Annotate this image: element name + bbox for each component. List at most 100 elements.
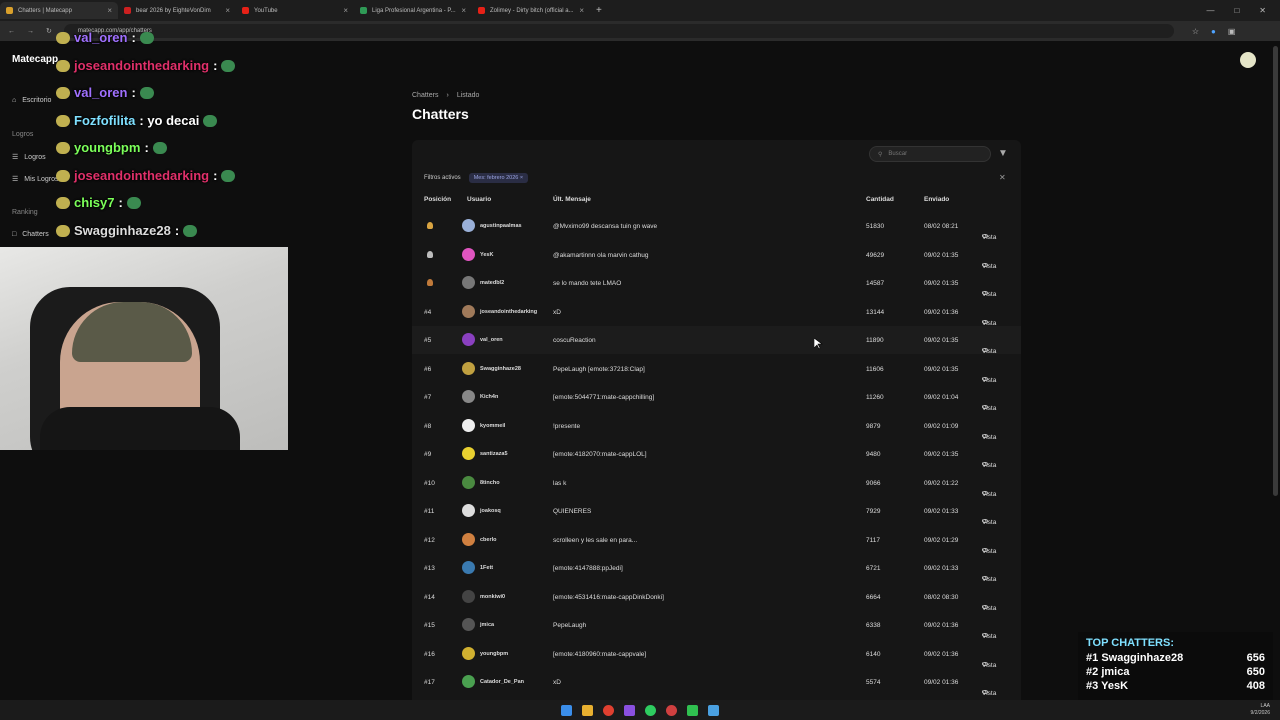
table-row[interactable]: #4 joseandointhedarking xD 13144 09/02 01:36…	[412, 298, 1021, 327]
avatar	[462, 390, 475, 403]
table-row[interactable]: #11 joakosq QUIENERES 7929 09/02 01:33 Vista	[412, 497, 1021, 526]
url-field[interactable]: matecapp.com/app/chatters	[63, 24, 1174, 38]
filter-icon[interactable]: ▼	[998, 148, 1008, 159]
table-row[interactable]: #13 1Fett [emote:4147888:ppJedi] 6721 09/02 …	[412, 554, 1021, 583]
browser-tab[interactable]: Chatters | Matecapp ×	[0, 2, 118, 19]
table-row[interactable]: #16 youngbpm [emote:4180960:mate-cappvale]…	[412, 640, 1021, 669]
avatar	[462, 418, 475, 432]
close-tab-icon[interactable]: ×	[579, 6, 584, 15]
column-header-user[interactable]: Usuario	[467, 196, 491, 203]
clear-filters-icon[interactable]: ✕	[999, 173, 1006, 182]
row-username[interactable]: 1Fett	[480, 565, 493, 571]
row-username[interactable]: Catador_De_Pan	[480, 679, 524, 685]
row-last-message: scrolleen y les sale en para...	[553, 536, 638, 544]
table-row[interactable]: #10 8tincho las k 9066 09/02 01:22 Vista	[412, 469, 1021, 498]
table-row[interactable]: #7 Kich4n [emote:5044771:mate-cappchilling…	[412, 383, 1021, 412]
column-header-sent[interactable]: Enviado	[924, 196, 949, 203]
close-tab-icon[interactable]: ×	[461, 6, 466, 15]
avatar	[462, 333, 475, 346]
search-input[interactable]: ⚲ Buscar	[869, 146, 991, 162]
reload-icon[interactable]: ↻	[46, 27, 52, 35]
row-username[interactable]: joakosq	[480, 508, 501, 514]
browser-tab[interactable]: Zolimey - Dirty bitch (official a... ×	[472, 2, 590, 19]
row-sent-date: 09/02 01:36	[924, 679, 959, 686]
page-scrollbar[interactable]	[1273, 46, 1278, 496]
table-row[interactable]: #9 santizaza5 [emote:4182070:mate-cappLOL]…	[412, 440, 1021, 469]
puzzle-icon[interactable]: ▣	[1228, 27, 1236, 36]
sidebar-item-chatters[interactable]: □ Chatters	[12, 231, 49, 238]
avatar	[462, 675, 475, 688]
row-username[interactable]: santizaza5	[480, 451, 508, 457]
tray-date: 9/2/2026	[1250, 710, 1270, 716]
table-row[interactable]: #12 cberlo scrolleen y les sale en para...…	[412, 526, 1021, 555]
window-controls: — □ ✕	[1206, 6, 1280, 15]
row-username[interactable]: 8tincho	[480, 480, 500, 486]
table-row[interactable]: #15 jmica PepeLaugh 6338 09/02 01:36 Vista	[412, 611, 1021, 640]
row-username[interactable]: youngbpm	[480, 651, 508, 657]
close-window-icon[interactable]: ✕	[1259, 6, 1266, 15]
row-username[interactable]: jmica	[480, 622, 494, 628]
filter-chip-month[interactable]: Mes: febrero 2026 ×	[468, 173, 529, 183]
obs-icon[interactable]	[666, 704, 677, 716]
discord-icon[interactable]	[624, 704, 635, 716]
close-tab-icon[interactable]: ×	[343, 6, 348, 15]
row-username[interactable]: Swagginhaze28	[480, 366, 521, 372]
sidebar-item-logros[interactable]: ☰ Logros	[12, 153, 46, 162]
forward-icon[interactable]: →	[27, 28, 34, 35]
emote-icon	[221, 59, 236, 72]
maximize-icon[interactable]: □	[1234, 6, 1239, 15]
minimize-icon[interactable]: —	[1206, 6, 1214, 15]
extension-icon[interactable]: ●	[1211, 27, 1216, 36]
close-tab-icon[interactable]: ×	[225, 6, 230, 15]
table-row[interactable]: #8 kyommeil !presente 9879 09/02 01:09 Vista	[412, 412, 1021, 441]
row-username[interactable]: monkiwi0	[480, 594, 505, 600]
badge-icon	[56, 114, 70, 127]
spotify-icon[interactable]	[645, 704, 656, 716]
chrome-icon[interactable]	[603, 704, 614, 716]
table-row[interactable]: #17 Catador_De_Pan xD 5574 09/02 01:36 Vista	[412, 668, 1021, 697]
sidebar-section-ranking: Ranking	[12, 209, 38, 216]
row-username[interactable]: val_oren	[480, 337, 503, 343]
browser-tab[interactable]: bear 2026 by EighteVonDim ×	[118, 2, 236, 19]
new-tab-icon[interactable]: +	[596, 5, 602, 16]
row-username[interactable]: YesK	[480, 252, 493, 258]
column-header-position[interactable]: Posición	[424, 196, 451, 203]
start-icon[interactable]	[561, 704, 572, 716]
row-last-message: @akamartinnn ola marvin cathug	[553, 251, 649, 259]
table-row[interactable]: #14 monkiwi0 [emote:4531416:mate-cappDinkD…	[412, 583, 1021, 612]
row-username[interactable]: joseandointhedarking	[480, 309, 537, 315]
table-row[interactable]: agustinpaalmas @Mvximo99 descansa tuin gn…	[412, 212, 1021, 241]
row-username[interactable]: matedbl2	[480, 280, 504, 286]
file-explorer-icon[interactable]	[582, 704, 593, 716]
sidebar-item-label: Chatters	[22, 231, 49, 238]
chat-text: :	[213, 58, 218, 73]
row-last-message: !presente	[553, 422, 581, 430]
row-username[interactable]: Kich4n	[480, 394, 498, 400]
back-icon[interactable]: ←	[8, 28, 15, 35]
table-row[interactable]: YesK @akamartinnn ola marvin cathug 49629 0…	[412, 241, 1021, 270]
browser-tab[interactable]: YouTube ×	[236, 2, 354, 19]
breadcrumb-chatters[interactable]: Chatters	[412, 92, 438, 99]
sidebar-item-mis-logros[interactable]: ☰ Mis Logros	[12, 175, 59, 184]
row-username[interactable]: agustinpaalmas	[480, 223, 522, 229]
close-tab-icon[interactable]: ×	[107, 6, 112, 15]
row-position: #9	[424, 451, 432, 458]
row-sent-date: 09/02 01:36	[924, 308, 959, 316]
row-last-message: xD	[553, 308, 561, 316]
chat-username: joseandointhedarking	[74, 168, 210, 183]
column-header-message[interactable]: Últ. Mensaje	[553, 196, 591, 203]
table-row[interactable]: #5 val_oren coscuReaction 11890 09/02 01:35 V…	[412, 326, 1021, 355]
column-header-count[interactable]: Cantidad	[866, 196, 894, 203]
table-row[interactable]: #6 Swagginhaze28 PepeLaugh [emote:37218:Cl…	[412, 355, 1021, 384]
chat-username: val_oren	[74, 85, 128, 100]
browser-tab[interactable]: Liga Profesional Argentina - P... ×	[354, 2, 472, 19]
app-icon[interactable]	[687, 704, 698, 716]
bookmark-star-icon[interactable]: ☆	[1192, 27, 1199, 36]
app-icon[interactable]	[708, 704, 719, 716]
row-username[interactable]: kyommeil	[480, 423, 505, 429]
profile-avatar[interactable]	[1240, 52, 1256, 68]
table-row[interactable]: matedbl2 se lo mando tete LMAO 14587 09/02 …	[412, 269, 1021, 298]
row-username[interactable]: cberlo	[480, 537, 497, 543]
avatar	[462, 589, 475, 603]
sidebar-item-escritorio[interactable]: ⌂ Escritorio	[12, 97, 51, 104]
